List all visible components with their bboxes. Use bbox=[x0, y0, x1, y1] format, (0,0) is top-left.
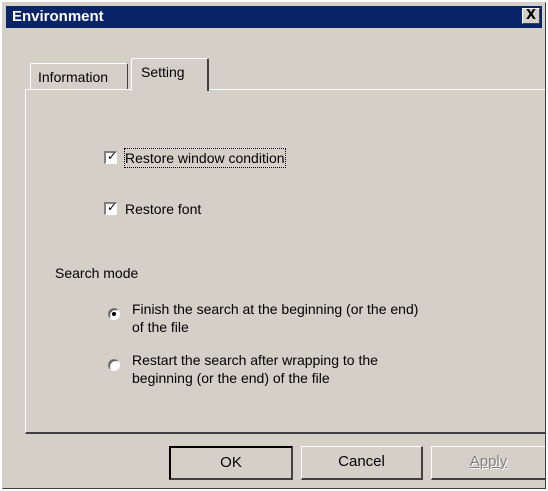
close-icon: X bbox=[525, 8, 537, 23]
setting-tab-panel bbox=[25, 89, 545, 434]
apply-button[interactable]: Apply bbox=[431, 446, 545, 480]
tab-information[interactable]: Information bbox=[30, 63, 128, 89]
environment-dialog: Environment X Information Setting ✓ Rest… bbox=[2, 2, 546, 489]
close-button[interactable]: X bbox=[522, 8, 540, 24]
tab-setting-label: Setting bbox=[141, 64, 185, 80]
tab-information-label: Information bbox=[38, 69, 109, 85]
apply-button-label: Apply bbox=[469, 453, 508, 470]
cancel-button[interactable]: Cancel bbox=[301, 446, 423, 480]
ok-button[interactable]: OK bbox=[169, 446, 293, 480]
title-bar[interactable]: Environment X bbox=[6, 6, 542, 28]
dialog-title: Environment bbox=[12, 8, 104, 25]
tab-setting[interactable]: Setting bbox=[131, 58, 209, 91]
